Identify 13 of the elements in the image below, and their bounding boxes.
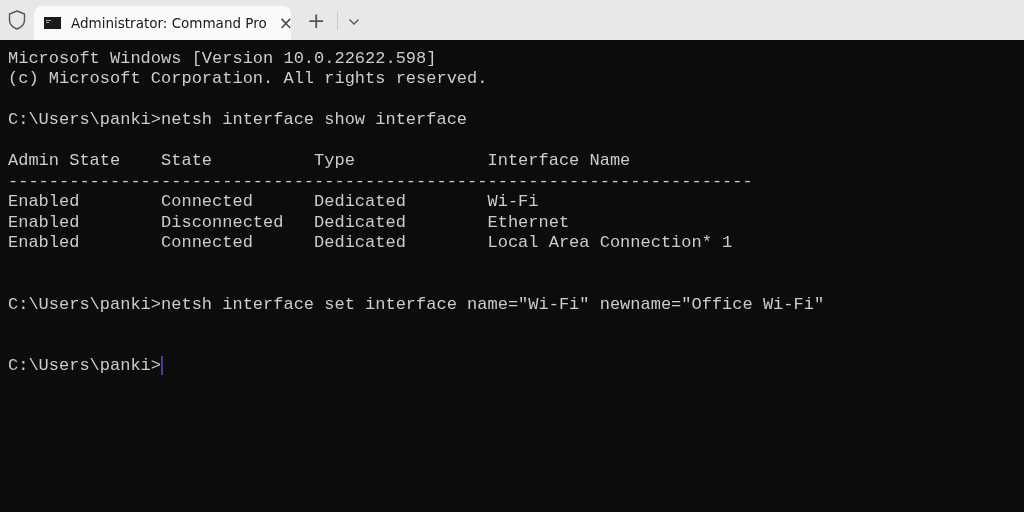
console-line: ------------------------------------------------------------------------- [8, 171, 753, 191]
command-prompt: C:\Users\panki> [8, 356, 162, 376]
console-line: Enabled Disconnected Dedicated Ethernet [8, 212, 570, 232]
terminal-tab[interactable]: Administrator: Command Pro × [34, 6, 291, 40]
new-tab-button[interactable]: + [303, 8, 330, 34]
console-line: Enabled Connected Dedicated Wi-Fi [8, 192, 539, 212]
tab-title: Administrator: Command Pro [71, 15, 267, 31]
console-line: C:\Users\panki>netsh interface set interface name="Wi-Fi" newname="Office Wi-Fi" [8, 294, 825, 314]
console-line: (c) Microsoft Corporation. All rights reserved. [8, 69, 488, 89]
console-line: Microsoft Windows [Version 10.0.22622.598] [8, 48, 437, 68]
console-line: Enabled Connected Dedicated Local Area Connection* 1 [8, 233, 733, 253]
console-line: C:\Users\panki>netsh interface show interface [8, 110, 468, 130]
console-line: Admin State State Type Interface Name [8, 151, 631, 171]
